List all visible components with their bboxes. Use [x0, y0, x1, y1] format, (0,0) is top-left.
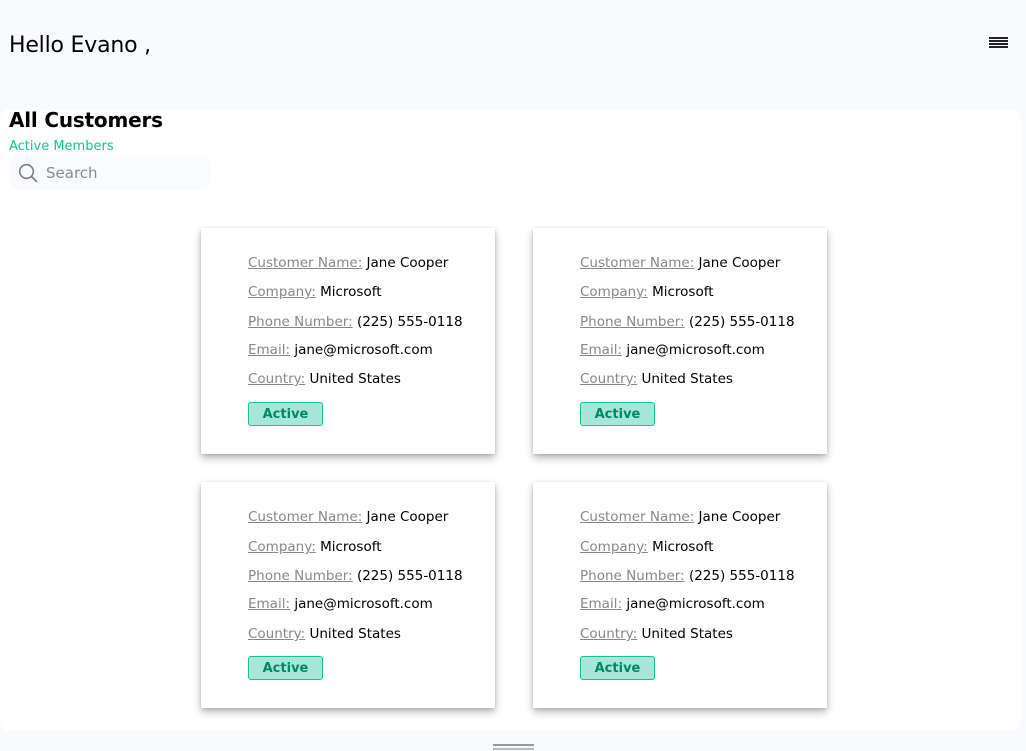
- status-badge[interactable]: Active: [248, 402, 323, 426]
- phone-value: (225) 555-0118: [356, 568, 463, 584]
- email-value: jane@microsoft.com: [626, 342, 765, 358]
- company-row: Company: Microsoft: [580, 284, 714, 300]
- company-label: Company:: [580, 284, 648, 300]
- phone-value: (225) 555-0118: [688, 314, 795, 330]
- status-badge[interactable]: Active: [580, 656, 655, 680]
- customer-name-value: Jane Cooper: [366, 509, 449, 525]
- customers-page: Hello Evano , All Customers Active Membe…: [0, 0, 1026, 751]
- phone-label: Phone Number:: [248, 314, 353, 330]
- customer-name-row: Customer Name: Jane Cooper: [580, 255, 780, 271]
- customer-card: Customer Name: Jane Cooper Company: Micr…: [201, 228, 495, 454]
- company-value: Microsoft: [320, 539, 382, 555]
- customer-name-value: Jane Cooper: [698, 509, 781, 525]
- customer-name-label: Customer Name:: [580, 255, 695, 271]
- phone-label: Phone Number:: [580, 568, 685, 584]
- country-label: Country:: [580, 371, 638, 387]
- status-badge[interactable]: Active: [580, 402, 655, 426]
- customer-name-row: Customer Name: Jane Cooper: [248, 509, 448, 525]
- customer-name-row: Customer Name: Jane Cooper: [580, 509, 780, 525]
- company-label: Company:: [580, 539, 648, 555]
- email-label: Email:: [248, 342, 291, 358]
- customer-name-row: Customer Name: Jane Cooper: [248, 255, 448, 271]
- status-badge[interactable]: Active: [248, 656, 323, 680]
- country-row: Country: United States: [580, 626, 733, 642]
- drag-handle[interactable]: [493, 744, 534, 750]
- company-value: Microsoft: [652, 284, 714, 300]
- email-label: Email:: [248, 596, 291, 612]
- phone-value: (225) 555-0118: [356, 314, 463, 330]
- email-row: Email: jane@microsoft.com: [248, 342, 433, 358]
- phone-row: Phone Number: (225) 555-0118: [248, 568, 463, 584]
- company-row: Company: Microsoft: [248, 539, 382, 555]
- email-label: Email:: [580, 596, 623, 612]
- phone-row: Phone Number: (225) 555-0118: [580, 568, 795, 584]
- email-row: Email: jane@microsoft.com: [580, 342, 765, 358]
- email-value: jane@microsoft.com: [626, 596, 765, 612]
- customer-name-label: Customer Name:: [580, 509, 695, 525]
- phone-label: Phone Number:: [580, 314, 685, 330]
- customer-card: Customer Name: Jane Cooper Company: Micr…: [201, 482, 495, 708]
- section-subtitle: Active Members: [9, 139, 114, 154]
- country-value: United States: [641, 371, 733, 387]
- customer-name-value: Jane Cooper: [366, 255, 449, 271]
- customer-name-value: Jane Cooper: [698, 255, 781, 271]
- country-label: Country:: [248, 626, 306, 642]
- email-value: jane@microsoft.com: [294, 342, 433, 358]
- country-row: Country: United States: [580, 371, 733, 387]
- email-row: Email: jane@microsoft.com: [580, 596, 765, 612]
- search-input[interactable]: [46, 163, 196, 182]
- greeting-heading: Hello Evano ,: [9, 33, 151, 58]
- customer-card: Customer Name: Jane Cooper Company: Micr…: [533, 228, 827, 454]
- country-value: United States: [309, 626, 401, 642]
- customer-name-label: Customer Name:: [248, 509, 363, 525]
- country-value: United States: [309, 371, 401, 387]
- country-value: United States: [641, 626, 733, 642]
- phone-value: (225) 555-0118: [688, 568, 795, 584]
- customer-name-label: Customer Name:: [248, 255, 363, 271]
- country-row: Country: United States: [248, 626, 401, 642]
- country-row: Country: United States: [248, 371, 401, 387]
- hamburger-menu-icon[interactable]: [989, 37, 1008, 50]
- country-label: Country:: [248, 371, 306, 387]
- section-title: All Customers: [9, 108, 163, 132]
- country-label: Country:: [580, 626, 638, 642]
- email-row: Email: jane@microsoft.com: [248, 596, 433, 612]
- email-label: Email:: [580, 342, 623, 358]
- phone-row: Phone Number: (225) 555-0118: [248, 314, 463, 330]
- phone-label: Phone Number:: [248, 568, 353, 584]
- company-row: Company: Microsoft: [580, 539, 714, 555]
- company-label: Company:: [248, 284, 316, 300]
- customer-card: Customer Name: Jane Cooper Company: Micr…: [533, 482, 827, 708]
- search-box[interactable]: [9, 155, 211, 190]
- search-icon: [18, 163, 38, 182]
- company-value: Microsoft: [652, 539, 714, 555]
- company-row: Company: Microsoft: [248, 284, 382, 300]
- customers-panel: [0, 109, 1020, 731]
- email-value: jane@microsoft.com: [294, 596, 433, 612]
- company-label: Company:: [248, 539, 316, 555]
- company-value: Microsoft: [320, 284, 382, 300]
- phone-row: Phone Number: (225) 555-0118: [580, 314, 795, 330]
